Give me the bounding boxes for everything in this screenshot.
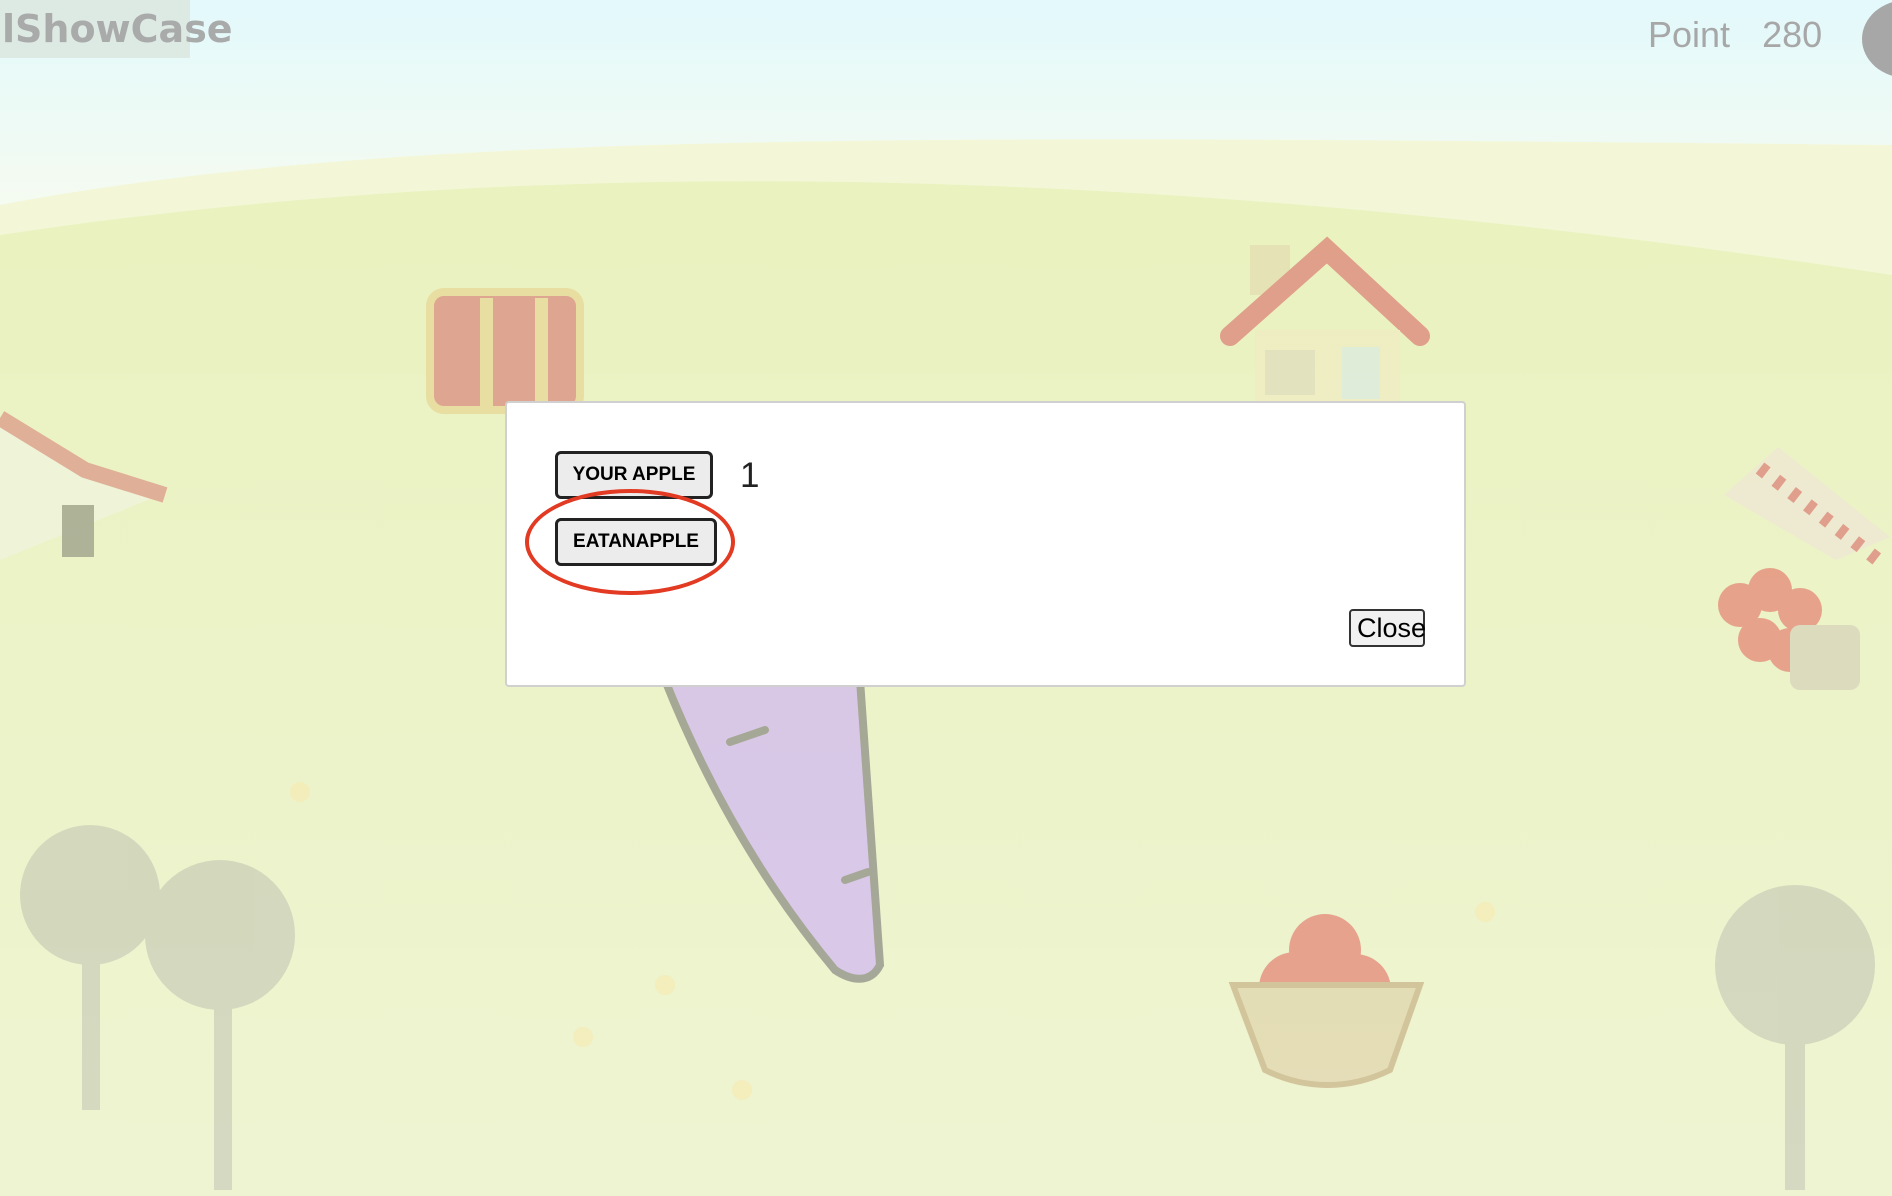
apple-count: 1 <box>740 456 760 495</box>
your-apple-button[interactable]: YOUR APPLE <box>555 451 713 499</box>
points-value: 280 <box>1762 14 1823 55</box>
points-display: Point 280 <box>1648 14 1822 56</box>
points-label: Point <box>1648 14 1731 55</box>
close-button[interactable]: Close <box>1349 609 1426 647</box>
apple-dialog: YOUR APPLE 1 EATANAPPLE Close <box>505 401 1466 687</box>
brand-logo: lShowCase <box>0 0 233 58</box>
eat-apple-button[interactable]: EATANAPPLE <box>555 518 717 566</box>
treasure-chest-icon <box>426 288 584 414</box>
